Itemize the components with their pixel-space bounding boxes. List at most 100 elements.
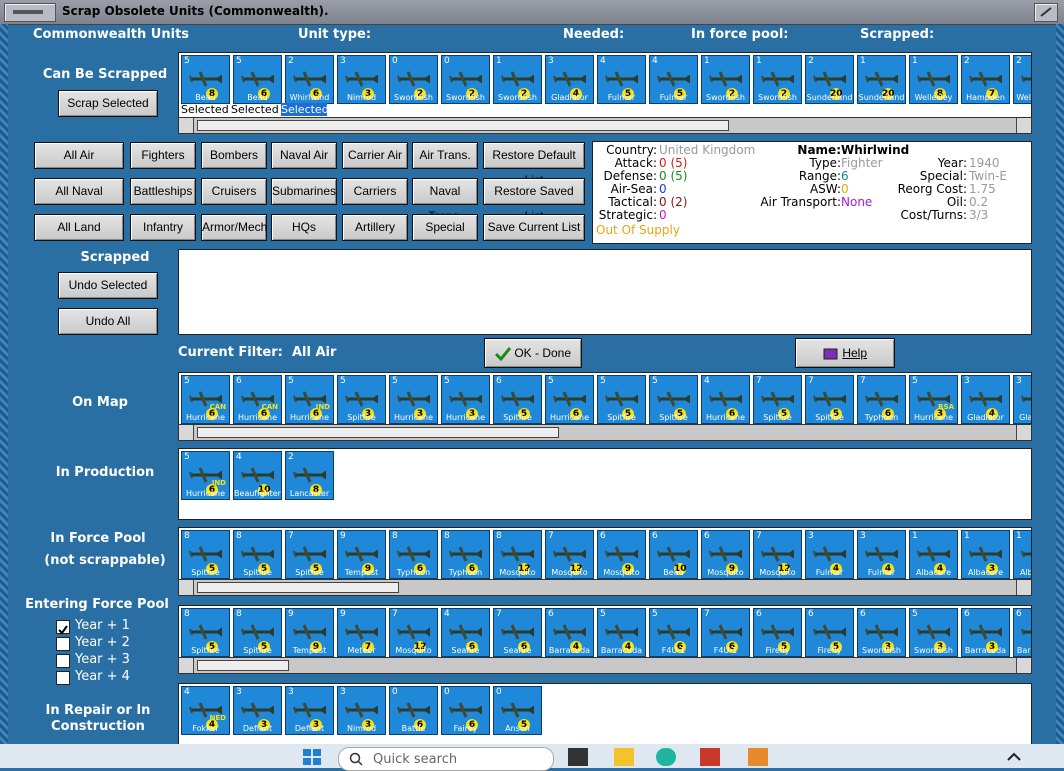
unit-counter[interactable]: 5 3 Hurricane [441,375,490,424]
unit-counter[interactable]: 3 4 Fulmar [805,530,854,579]
filter-button[interactable]: Infantry [130,214,196,241]
unit-counter[interactable]: 63Barracuda [1013,608,1031,657]
unit-counter[interactable]: 5 6 Hurricane [545,375,594,424]
scroll-thumb[interactable] [197,582,399,593]
unit-counter[interactable]: 7 5 Spitfire [285,530,334,579]
filter-button[interactable]: Air Trans. [412,142,478,169]
unit-counter[interactable]: 1 2 Swordfish [753,55,802,104]
year-checkbox[interactable] [56,637,70,651]
scroll-thumb[interactable] [197,660,289,671]
system-menu-button[interactable] [4,3,56,22]
edge-browser-icon[interactable] [656,748,676,766]
unit-counter[interactable]: 7 5 Spitfire [753,375,802,424]
unit-counter[interactable]: 5 4 Barracuda [597,608,646,657]
filter-button[interactable]: All Land [34,214,124,241]
unit-counter[interactable]: 8 6 Typhoon [441,530,490,579]
filter-button[interactable]: All Naval [34,178,124,205]
unit-counter[interactable]: 1 8 Wellesley [909,55,958,104]
filter-button[interactable]: Carriers [342,178,408,205]
unit-counter[interactable]: 0 2 Swordfish [389,55,438,104]
filter-button[interactable]: Naval Air [271,142,337,169]
year-checkbox[interactable] [56,620,70,635]
on-map-scrollbar[interactable] [178,424,1032,441]
unit-counter[interactable]: 6 10 Beau [649,530,698,579]
undo-selected-button[interactable]: Undo Selected [58,272,158,299]
taskbar-search[interactable]: Quick search [338,747,554,771]
unit-counter[interactable]: 6 9 Mosquito [701,530,750,579]
unit-counter[interactable]: 5 3 Swordfish [909,608,958,657]
scroll-left-arrow[interactable] [179,118,194,133]
filter-button[interactable]: HQs [271,214,337,241]
unit-counter[interactable]: 5 6 F4U-1 [649,608,698,657]
unit-counter[interactable]: 4 10 Beaufighter [233,451,282,500]
unit-counter[interactable]: 3 3 Nimrod [337,686,386,735]
unit-counter[interactable]: 4 5 Fulmar [597,55,646,104]
unit-counter[interactable]: 8 5 Spitfire [233,608,282,657]
unit-counter[interactable]: 5 6 IND Hurricane [285,375,334,424]
filter-button[interactable]: Carrier Air [342,142,408,169]
help-button[interactable]: Help [795,338,895,368]
filter-button[interactable]: All Air [34,142,124,169]
unit-counter[interactable]: 34Gladiator [1013,375,1031,424]
unit-counter[interactable]: 2 8 Lancaster [285,451,334,500]
unit-counter[interactable]: 8 5 Spitfire [233,530,282,579]
unit-counter[interactable]: 9 9 Tempest [337,530,386,579]
unit-counter[interactable]: 26Wellington [1013,55,1031,104]
unit-counter[interactable]: 6 6 CAN Hurricane [233,375,282,424]
unit-counter[interactable]: 4 6 Seafire [441,608,490,657]
scroll-right-arrow[interactable] [1016,580,1031,595]
scroll-left-arrow[interactable] [179,425,194,440]
scroll-right-arrow[interactable] [1016,118,1031,133]
unit-counter[interactable]: 5 6 IND Hurricane [181,451,230,500]
unit-counter[interactable]: 4 5 Fulmar [649,55,698,104]
unit-counter[interactable]: 0 5 Anson [493,686,542,735]
chevron-up-icon[interactable] [1004,748,1024,766]
filter-button[interactable]: Naval Trans. [412,178,478,223]
unit-counter[interactable]: 6 5 Firefly [805,608,854,657]
unit-counter[interactable]: 7 12 Mosquito [389,608,438,657]
unit-counter[interactable]: 8 5 Spitfire [181,530,230,579]
unit-counter[interactable]: 1 2 Swordfish [493,55,542,104]
unit-counter[interactable]: 5 3 Spitfire [337,375,386,424]
scroll-right-arrow[interactable] [1016,658,1031,673]
can-be-scrapped-scrollbar[interactable] [178,117,1032,134]
unit-counter[interactable]: 3 3 Nimrod [337,55,386,104]
filter-button[interactable]: Save Current List [483,214,585,241]
unit-counter[interactable]: 34Gladiator [545,55,594,104]
filter-button[interactable]: Battleships [130,178,196,205]
unit-counter[interactable]: 2 7 Hampden [961,55,1010,104]
unit-counter[interactable]: 6 5 Spitfire [493,375,542,424]
unit-counter[interactable]: 13Albacore [961,530,1010,579]
unit-counter[interactable]: 6 5 Firefly [753,608,802,657]
unit-counter[interactable]: 13Albacore [1013,530,1031,579]
unit-counter[interactable]: 1 20 Sunderland [857,55,906,104]
filter-button[interactable]: Special [412,214,478,241]
unit-counter[interactable]: 6 3 Swordfish [857,608,906,657]
unit-counter[interactable]: 6 9 Mosquito [597,530,646,579]
scroll-thumb[interactable] [197,120,729,131]
unit-counter[interactable]: 5 8 Beau [181,55,230,104]
unit-counter[interactable]: 5 6 Beau [233,55,282,104]
unit-counter[interactable]: 4 4 NED Fokker [181,686,230,735]
unit-counter[interactable]: 4 6 Hurricane [701,375,750,424]
scroll-left-arrow[interactable] [179,580,194,595]
unit-counter[interactable]: 0 6 Fairey [441,686,490,735]
filter-button[interactable]: Cruisers [201,178,267,205]
unit-counter[interactable]: 34Gladiator [961,375,1010,424]
unit-counter[interactable]: 7 12 Mosquito [545,530,594,579]
filter-button[interactable]: Restore Saved List [483,178,585,223]
windows-start-icon[interactable] [302,748,322,766]
filter-button[interactable]: Armor/Mech [201,214,267,241]
year-checkbox[interactable] [56,654,70,668]
task-view-icon[interactable] [568,748,588,766]
game-app-icon[interactable] [700,748,720,766]
filter-button[interactable]: Fighters [130,142,196,169]
unit-counter[interactable]: 7 6 Typhoon [857,375,906,424]
unit-counter[interactable]: 8 5 Spitfire [181,608,230,657]
unit-counter[interactable]: 63Barracuda [961,608,1010,657]
unit-counter[interactable]: 7 6 F4U-1 [701,608,750,657]
unit-counter[interactable]: 3 3 Defiant [233,686,282,735]
unit-counter[interactable]: 5 5 Spitfire [649,375,698,424]
filter-button[interactable]: Restore Default List [483,142,585,187]
unit-counter[interactable]: 3 3 Defiant [285,686,334,735]
